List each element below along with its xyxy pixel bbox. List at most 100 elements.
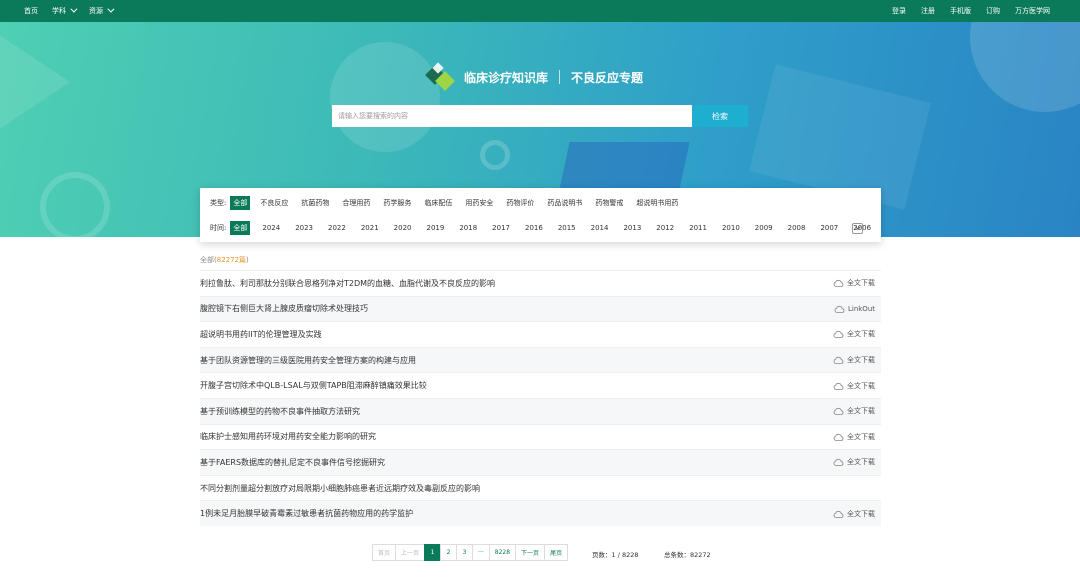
- fulltext-download-button[interactable]: 全文下载: [833, 406, 875, 416]
- nav-resource-label: 资源: [89, 7, 103, 15]
- type-option[interactable]: 用药安全: [462, 196, 496, 210]
- time-option[interactable]: 2009: [752, 222, 776, 234]
- first-page-button[interactable]: 首页: [372, 544, 397, 561]
- time-filter-row: 时间: 全部 2024 2023 2022 2021 2020 2019 201…: [210, 221, 883, 235]
- type-option[interactable]: 临床配伍: [421, 196, 455, 210]
- last-page-button[interactable]: 尾页: [544, 544, 569, 561]
- fulltext-download-button[interactable]: 全文下载: [833, 509, 875, 519]
- list-item: 利拉鲁肽、利司那肽分别联合恩格列净对T2DM的血糖、血脂代谢及不良反应的影响 全…: [200, 270, 881, 296]
- top-nav-bar: 首页 学科 资源 登录 注册 手机版 订购 万方医学网: [0, 0, 1080, 22]
- nav-subject-menu[interactable]: 学科: [52, 5, 78, 16]
- list-item: 临床护士感知用药环境对用药安全能力影响的研究 全文下载: [200, 423, 881, 450]
- page-info: 页数：1 / 8228: [592, 551, 639, 559]
- summary-label: 全部: [200, 256, 214, 264]
- time-filter-label: 时间:: [210, 224, 227, 232]
- time-option[interactable]: 全部: [230, 221, 251, 235]
- fulltext-download-button[interactable]: 全文下载: [833, 355, 875, 365]
- article-title-link[interactable]: 基于FAERS数据库的替扎尼定不良事件信号挖掘研究: [200, 457, 385, 468]
- register-link[interactable]: 注册: [921, 6, 935, 16]
- prev-page-button[interactable]: 上一页: [395, 544, 426, 561]
- action-label: 全文下载: [847, 407, 875, 416]
- time-option[interactable]: 2022: [325, 222, 349, 234]
- search-input[interactable]: [332, 105, 692, 127]
- time-option[interactable]: 2012: [653, 222, 677, 234]
- decor-triangle: [0, 22, 70, 142]
- fulltext-download-button[interactable]: 全文下载: [833, 278, 875, 288]
- time-option[interactable]: 2017: [489, 222, 513, 234]
- type-option[interactable]: 药品说明书: [544, 196, 585, 210]
- nav-resource-menu[interactable]: 资源: [89, 5, 115, 16]
- article-title-link[interactable]: 不同分割剂量超分割放疗对局限期小细胞肺癌患者近远期疗效及毒副反应的影响: [200, 483, 480, 494]
- page-number-button[interactable]: 2: [440, 544, 458, 561]
- article-title-link[interactable]: 1例未足月胎膜早破青霉素过敏患者抗菌药物应用的药学监护: [200, 508, 413, 519]
- article-title-link[interactable]: 超说明书用药IIT的伦理管理及实践: [200, 329, 322, 340]
- time-option[interactable]: 2021: [358, 222, 382, 234]
- fulltext-download-button[interactable]: 全文下载: [833, 457, 875, 467]
- nav-home[interactable]: 首页: [24, 6, 38, 16]
- article-title-link[interactable]: 腹腔镜下右侧巨大肾上腺皮质瘤切除术处理技巧: [200, 303, 368, 314]
- next-page-button[interactable]: 下一页: [515, 544, 546, 561]
- action-label: 全文下载: [847, 458, 875, 467]
- result-count: 82272篇: [216, 256, 247, 264]
- fulltext-download-button[interactable]: 全文下载: [833, 329, 875, 339]
- time-option[interactable]: 2010: [719, 222, 743, 234]
- fulltext-download-button[interactable]: 全文下载: [833, 432, 875, 442]
- decor-ring: [40, 172, 110, 237]
- type-option[interactable]: 全部: [230, 196, 251, 210]
- cloud-download-icon: [833, 407, 844, 416]
- list-item: 不同分割剂量超分割放疗对局限期小细胞肺癌患者近远期疗效及毒副反应的影响: [200, 474, 881, 501]
- time-option[interactable]: 2011: [686, 222, 710, 234]
- time-option[interactable]: 2007: [817, 222, 841, 234]
- page-number-button[interactable]: 1: [424, 544, 442, 561]
- time-option[interactable]: 2018: [456, 222, 480, 234]
- article-title-link[interactable]: 开腹子宫切除术中QLB-LSAL与双侧TAPB阻滞麻醉镇痛效果比较: [200, 380, 427, 391]
- list-item: 基于团队资源管理的三级医院用药安全管理方案的构建与应用 全文下载: [200, 346, 881, 373]
- type-option[interactable]: 药物警戒: [592, 196, 626, 210]
- cloud-download-icon: [833, 510, 844, 518]
- action-label: 全文下载: [847, 330, 875, 339]
- time-option[interactable]: 2024: [259, 222, 283, 234]
- time-option[interactable]: 2013: [620, 222, 644, 234]
- page-ellipsis: ···: [472, 544, 490, 561]
- time-option[interactable]: 2015: [555, 222, 579, 234]
- type-option[interactable]: 合理用药: [339, 196, 373, 210]
- time-option[interactable]: 2020: [391, 222, 415, 234]
- subscribe-link[interactable]: 订购: [986, 6, 1000, 16]
- time-option[interactable]: 2008: [785, 222, 809, 234]
- title-divider: [559, 70, 561, 84]
- cloud-download-icon: [833, 279, 844, 288]
- site-title: 临床诊疗知识库: [464, 70, 549, 85]
- fulltext-download-button[interactable]: 全文下载: [833, 381, 875, 391]
- expand-years-chevron-icon[interactable]: [852, 223, 863, 234]
- type-option[interactable]: 抗菌药物: [298, 196, 332, 210]
- type-option[interactable]: 超说明书用药: [633, 196, 681, 210]
- time-option[interactable]: 2014: [588, 222, 612, 234]
- article-title-link[interactable]: 基于团队资源管理的三级医院用药安全管理方案的构建与应用: [200, 355, 416, 366]
- login-link[interactable]: 登录: [892, 6, 906, 16]
- result-summary: 全部(82272篇): [200, 256, 249, 264]
- page-number-button[interactable]: 8228: [488, 544, 517, 561]
- list-item: 超说明书用药IIT的伦理管理及实践 全文下载: [200, 321, 881, 347]
- article-title-link[interactable]: 利拉鲁肽、利司那肽分别联合恩格列净对T2DM的血糖、血脂代谢及不良反应的影响: [200, 278, 495, 289]
- search-button[interactable]: 检索: [692, 105, 748, 127]
- cloud-download-icon: [833, 356, 844, 364]
- page-number-button[interactable]: 3: [456, 544, 474, 561]
- time-option[interactable]: 2019: [424, 222, 448, 234]
- type-option[interactable]: 不良反应: [257, 196, 291, 210]
- filter-panel: 类型: 全部 不良反应 抗菌药物 合理用药 药学服务 临床配伍 用药安全 药物评…: [200, 188, 881, 242]
- type-filter-row: 类型: 全部 不良反应 抗菌药物 合理用药 药学服务 临床配伍 用药安全 药物评…: [210, 196, 688, 210]
- linkout-button[interactable]: LinkOut: [834, 305, 875, 313]
- time-option[interactable]: 2016: [522, 222, 546, 234]
- decor-ring: [480, 140, 510, 170]
- wanfang-medical-link[interactable]: 万方医学网: [1015, 6, 1050, 16]
- action-label: 全文下载: [847, 356, 875, 365]
- action-label: 全文下载: [847, 509, 875, 518]
- time-option[interactable]: 2023: [292, 222, 316, 234]
- mobile-version-link[interactable]: 手机版: [950, 6, 971, 16]
- cloud-download-icon: [833, 330, 844, 339]
- type-option[interactable]: 药学服务: [380, 196, 414, 210]
- cloud-download-icon: [833, 382, 844, 390]
- article-title-link[interactable]: 临床护士感知用药环境对用药安全能力影响的研究: [200, 431, 376, 442]
- type-option[interactable]: 药物评价: [503, 196, 537, 210]
- article-title-link[interactable]: 基于预训练模型的药物不良事件抽取方法研究: [200, 406, 360, 417]
